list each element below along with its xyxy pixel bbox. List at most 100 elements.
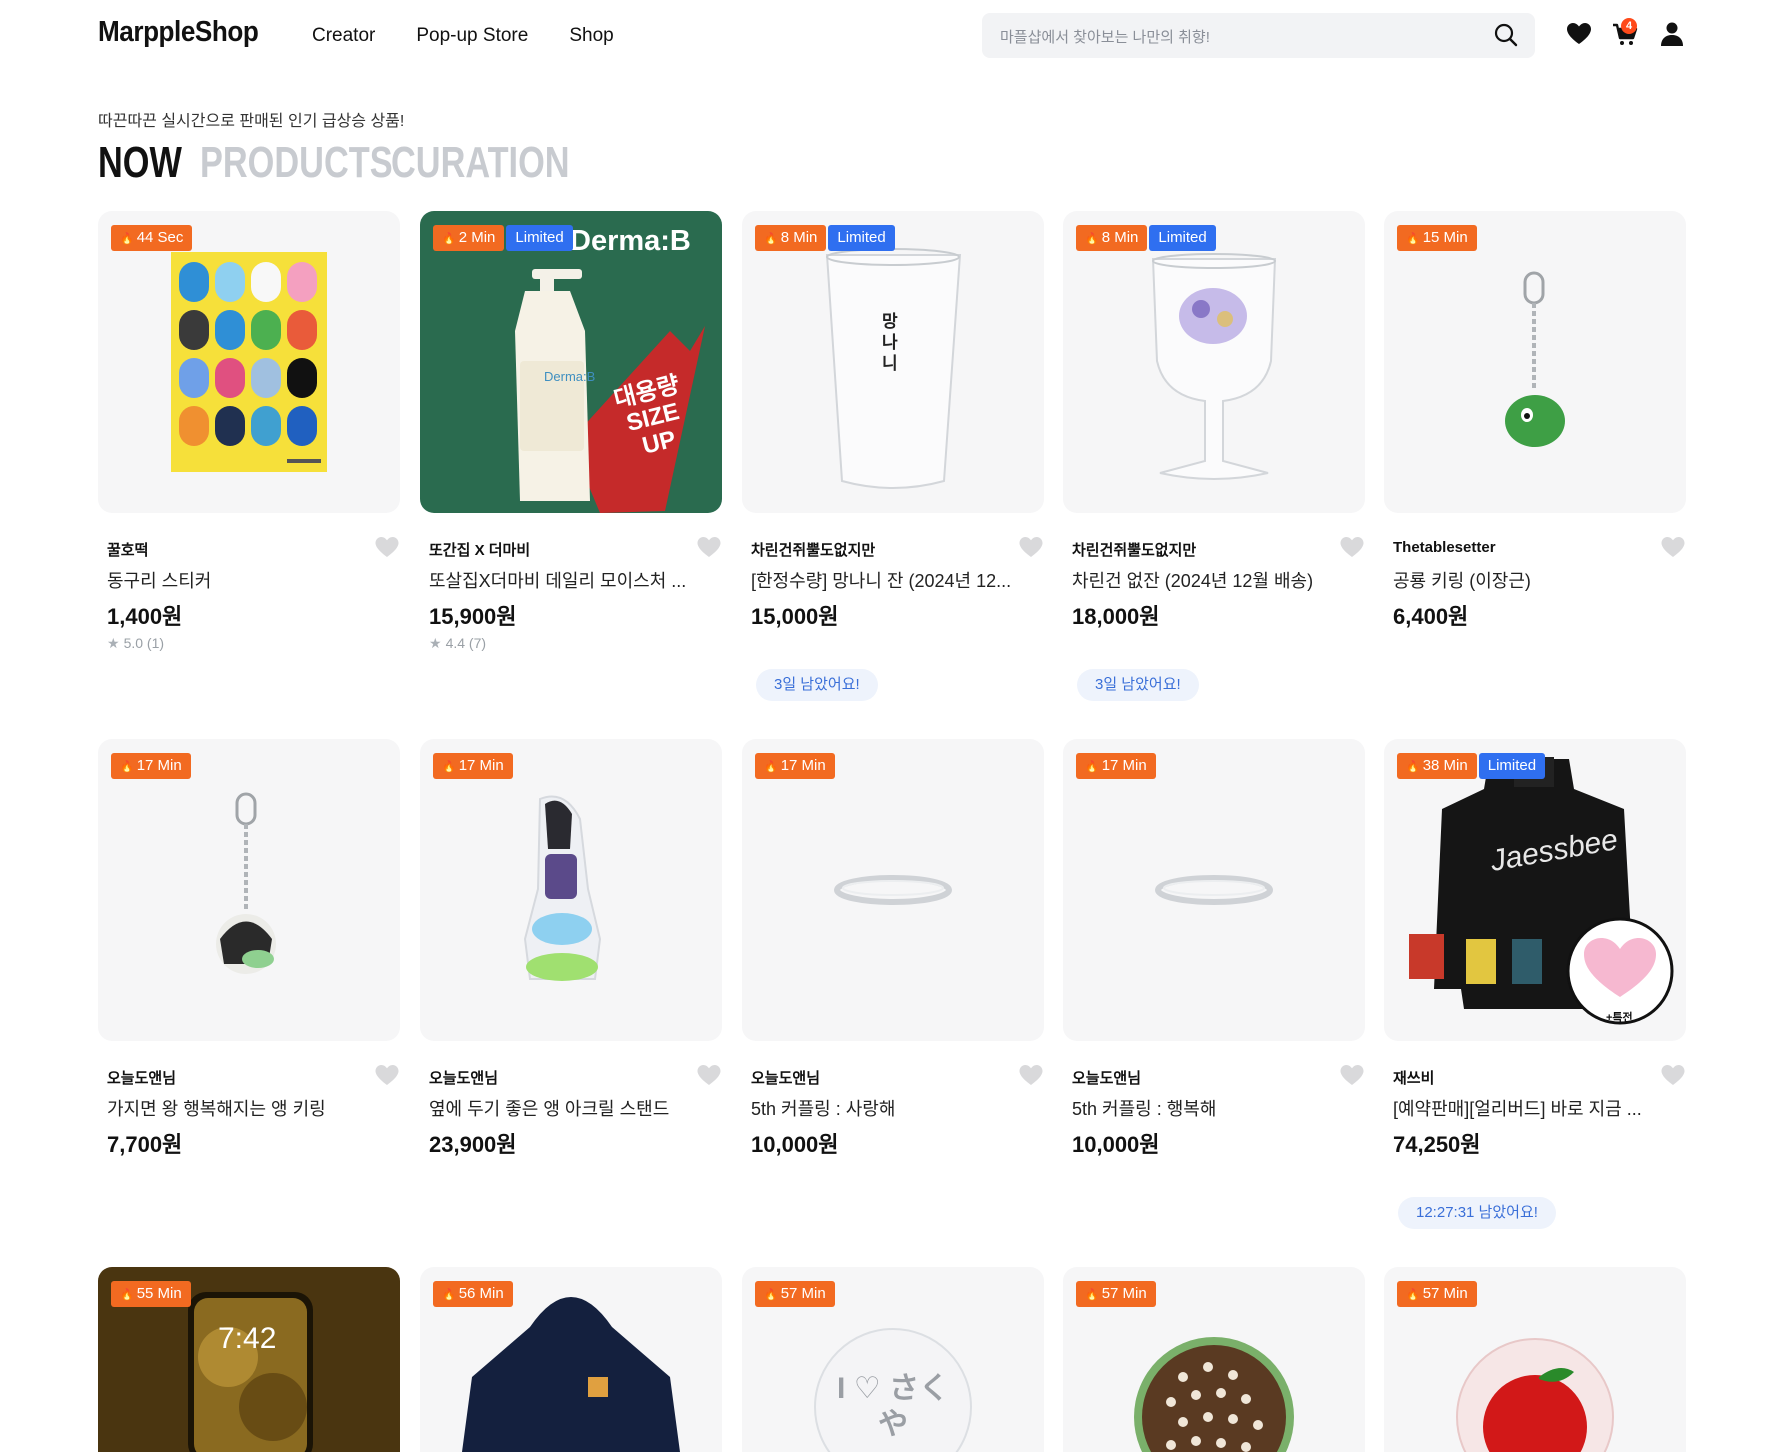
creator-name[interactable]: 또간집 X 더마비 (429, 539, 530, 560)
product-badges: 17 Min (111, 753, 191, 779)
time-badge: 15 Min (1397, 225, 1477, 251)
product-price: 23,900원 (429, 1132, 517, 1157)
bonus-label: +특전 (1606, 1012, 1633, 1024)
top-header: MarppleShop Creator Pop-up Store Shop 마플… (0, 0, 1791, 74)
product-price: 74,250원 (1393, 1132, 1481, 1157)
creator-name[interactable]: Thetablesetter (1393, 539, 1496, 556)
time-badge: 17 Min (1076, 753, 1156, 779)
cart-count-badge: 4 (1621, 18, 1637, 34)
product-image[interactable]: 망나니 (742, 211, 1044, 513)
product-name[interactable]: 동구리 스티커 (107, 567, 387, 593)
creator-name[interactable]: 오늘도앤님 (107, 1067, 176, 1088)
creator-name[interactable]: 오늘도앤님 (751, 1067, 820, 1088)
search-icon[interactable] (1493, 22, 1519, 48)
product-name[interactable]: 또살집X더마비 데일리 모이스처 ... (429, 567, 709, 593)
tab-now[interactable]: NOW (98, 138, 182, 188)
product-price: 18,000원 (1072, 604, 1160, 629)
product-badges: 57 Min (1397, 1281, 1477, 1307)
product-price: 10,000원 (1072, 1132, 1160, 1157)
product-image[interactable] (98, 211, 400, 513)
product-rating: 4.4 (7) (429, 635, 486, 652)
user-icon[interactable] (1658, 20, 1686, 48)
time-badge: 8 Min (755, 225, 827, 251)
acrylic-stand-illustration (523, 795, 602, 981)
product-price: 10,000원 (751, 1132, 839, 1157)
product-name[interactable]: [예약판매][얼리버드] 바로 지금 ... (1393, 1095, 1673, 1121)
product-badges: 56 Min (433, 1281, 513, 1307)
main-nav: Creator Pop-up Store Shop (312, 25, 614, 47)
tab-curation[interactable]: CURATION (391, 138, 570, 188)
product-badges: 44 Sec (111, 225, 193, 251)
product-price: 1,400원 (107, 604, 183, 629)
wishlist-heart-icon[interactable] (374, 1063, 400, 1087)
search-bar[interactable]: 마플샵에서 찾아보는 나만의 취향! (982, 13, 1535, 58)
product-badges: 38 Min Limited (1397, 753, 1546, 779)
product-badges: 17 Min (433, 753, 513, 779)
product-image[interactable] (1063, 739, 1365, 1041)
time-badge: 55 Min (111, 1281, 191, 1307)
search-input[interactable]: 마플샵에서 찾아보는 나만의 취향! (1000, 26, 1210, 47)
wishlist-heart-icon[interactable] (1339, 535, 1365, 559)
time-badge: 2 Min (433, 225, 505, 251)
product-image[interactable] (1384, 211, 1686, 513)
product-badges: 17 Min (1076, 753, 1156, 779)
product-badges: 2 Min Limited (433, 225, 573, 251)
creator-name[interactable]: 재쓰비 (1393, 1067, 1434, 1088)
product-image[interactable]: Jaessbee +특전 (1384, 739, 1686, 1041)
product-image[interactable]: Derma:B Derma:B 대용량 SIZE UP (420, 211, 722, 513)
product-image[interactable] (98, 739, 400, 1041)
ring-illustration (1155, 875, 1273, 905)
product-image[interactable] (1063, 211, 1365, 513)
product-name[interactable]: 가지면 왕 행복해지는 앵 키링 (107, 1095, 387, 1121)
creator-name[interactable]: 오늘도앤님 (429, 1067, 498, 1088)
limited-badge: Limited (828, 225, 895, 251)
creator-name[interactable]: 차린건쥐뿔도없지만 (1072, 539, 1196, 560)
time-badge: 56 Min (433, 1281, 513, 1307)
wishlist-heart-icon[interactable] (696, 1063, 722, 1087)
nav-shop[interactable]: Shop (569, 25, 613, 47)
product-badges: 57 Min (755, 1281, 835, 1307)
product-badges: 57 Min (1076, 1281, 1156, 1307)
wishlist-heart-icon[interactable] (1018, 535, 1044, 559)
product-image[interactable] (420, 739, 722, 1041)
product-badges: 8 Min Limited (755, 225, 895, 251)
product-price: 7,700원 (107, 1132, 183, 1157)
product-rating: 5.0 (1) (107, 635, 164, 652)
nav-popup-store[interactable]: Pop-up Store (416, 25, 528, 47)
sweater-illustration (1409, 757, 1674, 1025)
keyring-illustration (1505, 271, 1565, 447)
product-name[interactable]: 차린건 없잔 (2024년 12월 배송) (1072, 567, 1352, 593)
product-name[interactable]: 5th 커플링 : 사랑해 (751, 1095, 1031, 1121)
time-badge: 17 Min (755, 753, 835, 779)
product-price: 15,000원 (751, 604, 839, 629)
product-image[interactable] (742, 739, 1044, 1041)
product-badges: 55 Min (111, 1281, 191, 1307)
wishlist-heart-icon[interactable] (1660, 1063, 1686, 1087)
heart-icon[interactable] (1565, 20, 1593, 48)
product-name[interactable]: 5th 커플링 : 행복해 (1072, 1095, 1352, 1121)
product-name[interactable]: 옆에 두기 좋은 앵 아크릴 스탠드 (429, 1095, 709, 1121)
phone-clock-text: 7:42 (218, 1322, 277, 1355)
creator-name[interactable]: 꿀호떡 (107, 539, 148, 560)
wishlist-heart-icon[interactable] (1660, 535, 1686, 559)
time-badge: 38 Min (1397, 753, 1477, 779)
product-name[interactable]: [한정수량] 망나니 잔 (2024년 12... (751, 567, 1031, 593)
wishlist-heart-icon[interactable] (1339, 1063, 1365, 1087)
time-badge: 57 Min (1076, 1281, 1156, 1307)
wishlist-heart-icon[interactable] (374, 535, 400, 559)
product-badges: 8 Min Limited (1076, 225, 1216, 251)
pin-text: I ♡ さくや (837, 1372, 949, 1441)
wishlist-heart-icon[interactable] (696, 535, 722, 559)
time-badge: 8 Min (1076, 225, 1148, 251)
wishlist-heart-icon[interactable] (1018, 1063, 1044, 1087)
section-tabs: NOW PRODUCTS CURATION (98, 138, 620, 188)
creator-name[interactable]: 차린건쥐뿔도없지만 (751, 539, 875, 560)
tab-products[interactable]: PRODUCTS (200, 138, 393, 188)
keyring-illustration (216, 792, 276, 974)
site-logo[interactable]: MarppleShop (98, 16, 259, 49)
ring-illustration (834, 875, 952, 905)
product-name[interactable]: 공룡 키링 (이장근) (1393, 567, 1673, 593)
nav-creator[interactable]: Creator (312, 25, 375, 47)
sticker-sheet (171, 252, 327, 472)
creator-name[interactable]: 오늘도앤님 (1072, 1067, 1141, 1088)
